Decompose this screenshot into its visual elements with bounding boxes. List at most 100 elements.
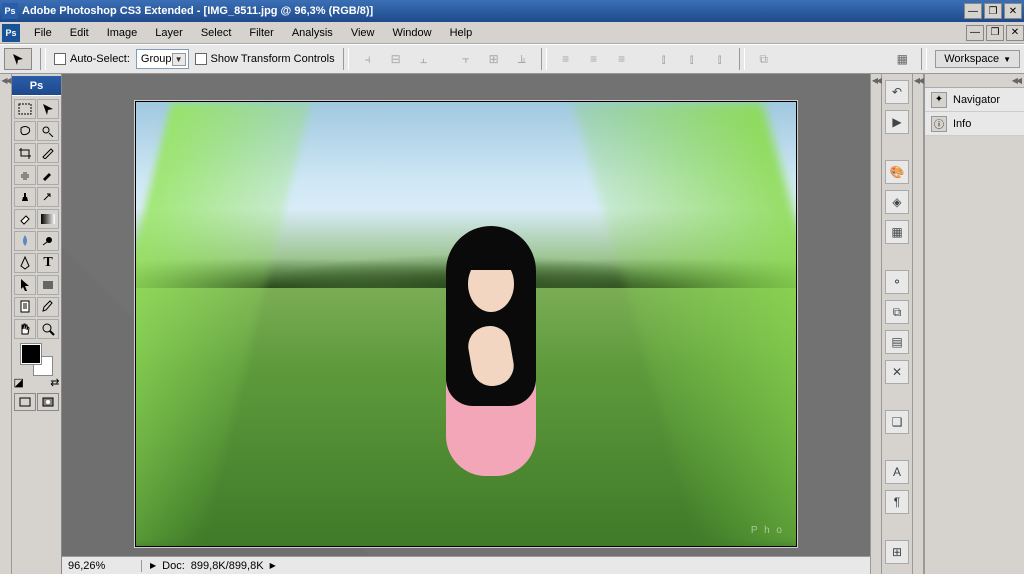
history-brush-tool[interactable] <box>37 187 59 207</box>
current-tool-indicator[interactable] <box>4 48 32 70</box>
animation-palette-icon[interactable]: ⊞ <box>885 540 909 564</box>
swap-colors-icon[interactable]: ⇄ <box>50 376 59 389</box>
menu-layer[interactable]: Layer <box>147 25 191 41</box>
shape-tool[interactable] <box>37 275 59 295</box>
notes-tool[interactable] <box>14 297 36 317</box>
doc-minimize-button[interactable]: — <box>966 25 984 41</box>
crop-tool[interactable] <box>14 143 36 163</box>
layer-comps-palette-icon[interactable]: ❏ <box>885 410 909 434</box>
app-name: Adobe Photoshop CS3 Extended <box>22 5 194 17</box>
menu-window[interactable]: Window <box>384 25 439 41</box>
zoom-field[interactable]: 96,26% <box>62 560 142 572</box>
align-top-icon: ⫞ <box>357 48 379 70</box>
status-bar: 96,26% ▶ Doc: 899,8K/899,8K ▶ <box>62 556 870 574</box>
menu-file[interactable]: File <box>26 25 60 41</box>
pen-tool[interactable] <box>14 253 36 273</box>
move-tool-icon <box>11 52 25 66</box>
status-arrow-icon[interactable]: ▶ <box>150 561 156 570</box>
navigator-label: Navigator <box>953 94 1000 106</box>
options-bar: Auto-Select: Group Show Transform Contro… <box>0 44 1024 74</box>
slice-tool[interactable] <box>37 143 59 163</box>
healing-brush-tool[interactable] <box>14 165 36 185</box>
blur-tool[interactable] <box>14 231 36 251</box>
settings-palette-icon[interactable]: ✕ <box>885 360 909 384</box>
doc-close-button[interactable]: ✕ <box>1006 25 1024 41</box>
status-menu-icon[interactable]: ▶ <box>270 561 276 570</box>
foreground-color[interactable] <box>21 344 41 364</box>
character-palette-icon[interactable]: A <box>885 460 909 484</box>
menu-bar: Ps File Edit Image Layer Select Filter A… <box>0 22 1024 44</box>
distribute-left-icon: ⫾ <box>653 48 675 70</box>
navigator-icon: ✦ <box>931 92 947 108</box>
paragraph-palette-icon[interactable]: ¶ <box>885 490 909 514</box>
menu-select[interactable]: Select <box>193 25 240 41</box>
default-colors-icon[interactable]: ◪ <box>14 376 24 389</box>
ps-logo-icon[interactable]: Ps <box>2 24 20 42</box>
swatches-palette-icon[interactable]: ◈ <box>885 190 909 214</box>
right-dock-strip-1[interactable]: ◀◀ <box>870 74 882 574</box>
right-dock-strip-2[interactable]: ◀◀ <box>912 74 924 574</box>
auto-select-checkbox[interactable]: Auto-Select: <box>54 53 130 65</box>
info-icon: ⓘ <box>931 116 947 132</box>
lasso-tool[interactable] <box>14 121 36 141</box>
auto-select-value: Group <box>141 53 172 65</box>
clone-source-palette-icon[interactable]: ⧉ <box>885 300 909 324</box>
path-select-tool[interactable] <box>14 275 36 295</box>
marquee-tool[interactable] <box>14 99 36 119</box>
hand-tool[interactable] <box>14 319 36 339</box>
menu-edit[interactable]: Edit <box>62 25 97 41</box>
palette-collapse-handle[interactable]: ◀◀ <box>925 74 1024 88</box>
menu-analysis[interactable]: Analysis <box>284 25 341 41</box>
gradient-tool[interactable] <box>37 209 59 229</box>
app-icon: Ps <box>2 3 18 19</box>
align-right-icon: ⫡ <box>511 48 533 70</box>
distribute-top-icon: ≡ <box>555 48 577 70</box>
auto-select-label: Auto-Select: <box>70 53 130 65</box>
eraser-tool[interactable] <box>14 209 36 229</box>
go-to-bridge-icon[interactable]: ▦ <box>891 48 913 70</box>
quick-mask-button[interactable] <box>37 393 59 411</box>
menu-help[interactable]: Help <box>442 25 481 41</box>
distribute-vcenter-icon: ≡ <box>583 48 605 70</box>
quick-select-tool[interactable] <box>37 121 59 141</box>
align-bottom-icon: ⫠ <box>413 48 435 70</box>
chevron-down-icon: ▼ <box>1003 55 1011 64</box>
palette-icon-column-1: ↶ ▶ 🎨 ◈ ▦ ⚬ ⧉ ▤ ✕ ❏ A ¶ ⊞ <box>882 74 912 574</box>
menu-view[interactable]: View <box>343 25 383 41</box>
auto-align-icon: ⧉ <box>753 48 775 70</box>
actions-palette-icon[interactable]: ▶ <box>885 110 909 134</box>
brushes-palette-icon[interactable]: ⚬ <box>885 270 909 294</box>
menu-filter[interactable]: Filter <box>241 25 281 41</box>
watermark: P h o <box>751 525 784 536</box>
clone-stamp-tool[interactable] <box>14 187 36 207</box>
auto-select-dropdown[interactable]: Group <box>136 49 189 69</box>
move-tool[interactable] <box>37 99 59 119</box>
left-dock-strip[interactable]: ◀◀ <box>0 74 12 574</box>
minimize-button[interactable]: — <box>964 3 982 19</box>
workspace-button[interactable]: Workspace ▼ <box>935 50 1020 68</box>
distribute-right-icon: ⫾ <box>709 48 731 70</box>
menu-image[interactable]: Image <box>99 25 146 41</box>
zoom-tool[interactable] <box>37 319 59 339</box>
type-tool[interactable]: T <box>37 253 59 273</box>
close-button[interactable]: ✕ <box>1004 3 1022 19</box>
doc-restore-button[interactable]: ❐ <box>986 25 1004 41</box>
history-palette-icon[interactable]: ↶ <box>885 80 909 104</box>
title-bar: Ps Adobe Photoshop CS3 Extended - [IMG_8… <box>0 0 1024 22</box>
document-canvas[interactable]: P h o <box>135 101 797 547</box>
show-transform-checkbox[interactable]: Show Transform Controls <box>195 53 335 65</box>
align-left-icon: ⫟ <box>455 48 477 70</box>
color-picker[interactable] <box>21 344 53 376</box>
show-transform-label: Show Transform Controls <box>211 53 335 65</box>
brush-tool[interactable] <box>37 165 59 185</box>
styles-palette-icon[interactable]: ▦ <box>885 220 909 244</box>
color-palette-icon[interactable]: 🎨 <box>885 160 909 184</box>
maximize-button[interactable]: ❐ <box>984 3 1002 19</box>
navigator-palette-tab[interactable]: ✦ Navigator <box>925 88 1024 112</box>
dodge-tool[interactable] <box>37 231 59 251</box>
eyedropper-tool[interactable] <box>37 297 59 317</box>
standard-mode-button[interactable] <box>14 393 36 411</box>
presets-palette-icon[interactable]: ▤ <box>885 330 909 354</box>
info-label: Info <box>953 118 971 130</box>
info-palette-tab[interactable]: ⓘ Info <box>925 112 1024 136</box>
